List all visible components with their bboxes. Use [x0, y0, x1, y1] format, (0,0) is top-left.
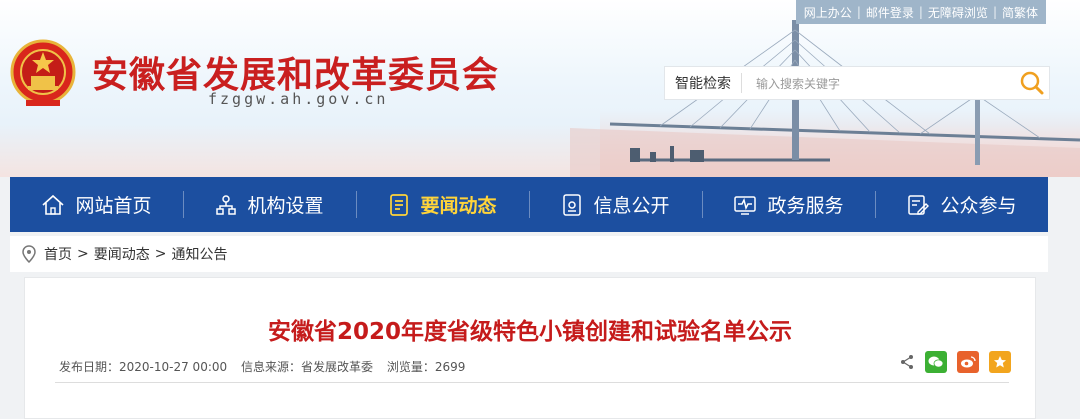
search-box: 智能检索 输入搜索关键字 — [664, 66, 1050, 100]
top-link-online-office[interactable]: 网上办公 — [804, 4, 852, 21]
search-label: 智能检索 — [665, 73, 742, 93]
breadcrumb-notices[interactable]: 通知公告 — [171, 244, 227, 264]
nav-label: 网站首页 — [75, 195, 152, 217]
share-icon[interactable] — [899, 354, 915, 370]
site-header: 网上办公 | 邮件登录 | 无障碍浏览 | 简繁体 安徽省发展和改革委员会 fzggw… — [0, 0, 1080, 177]
national-emblem-logo — [10, 39, 76, 106]
article-meta: 发布日期：2020-10-27 00:00 信息来源：省发展改革委 浏览量：26… — [59, 358, 475, 375]
search-input[interactable]: 输入搜索关键字 — [742, 75, 1015, 92]
nav-label: 机构设置 — [247, 195, 324, 217]
share-bar — [899, 351, 1011, 373]
wechat-icon[interactable] — [925, 351, 947, 373]
nav-item-government-services[interactable]: 政务服务 — [702, 177, 875, 232]
view-count: 浏览量：2699 — [386, 360, 466, 374]
favorite-star-icon[interactable] — [989, 351, 1011, 373]
breadcrumb-home[interactable]: 首页 — [44, 244, 72, 264]
top-links-bar: 网上办公 | 邮件登录 | 无障碍浏览 | 简繁体 — [795, 0, 1046, 24]
nav-label: 公众参与 — [940, 195, 1017, 217]
monitor-pulse-icon — [734, 195, 757, 215]
breadcrumb-separator: > — [77, 246, 89, 262]
nav-item-public-participation[interactable]: 公众参与 — [875, 177, 1048, 232]
breadcrumb-separator: > — [154, 246, 167, 262]
nav-item-news[interactable]: 要闻动态 — [356, 177, 529, 232]
article-title: 安徽省2020年度省级特色小镇创建和试验名单公示 — [267, 319, 792, 345]
nav-item-home[interactable]: 网站首页 — [10, 177, 183, 232]
main-nav: 网站首页 机构设置 要闻动态 信息公开 政务服务 公众参与 — [10, 177, 1048, 232]
search-icon[interactable] — [1015, 67, 1049, 99]
edit-form-icon — [908, 194, 930, 215]
nav-item-organization[interactable]: 机构设置 — [183, 177, 356, 232]
nav-label: 信息公开 — [593, 195, 670, 217]
location-pin-icon — [22, 245, 36, 263]
publish-date: 发布日期：2020-10-27 00:00 — [59, 360, 228, 374]
weibo-icon[interactable] — [957, 351, 979, 373]
site-domain: fzggw.ah.gov.cn — [208, 90, 389, 108]
nav-label: 政务服务 — [767, 195, 844, 217]
article-divider — [55, 382, 1009, 383]
home-icon — [42, 194, 65, 215]
top-link-mail-login[interactable]: 邮件登录 — [866, 4, 914, 21]
breadcrumb: 首页 > 要闻动态 > 通知公告 — [10, 236, 1048, 272]
info-source: 信息来源：省发展改革委 — [240, 360, 373, 374]
info-board-icon — [563, 193, 582, 216]
nav-label: 要闻动态 — [420, 195, 497, 217]
breadcrumb-news[interactable]: 要闻动态 — [94, 244, 150, 264]
article-card: 安徽省2020年度省级特色小镇创建和试验名单公示 发布日期：2020-10-27… — [24, 277, 1036, 419]
document-icon — [390, 193, 409, 216]
org-chart-icon — [216, 194, 237, 215]
nav-item-info-disclosure[interactable]: 信息公开 — [529, 177, 702, 232]
top-link-accessibility[interactable]: 无障碍浏览 — [928, 4, 988, 21]
top-link-traditional-chinese[interactable]: 简繁体 — [1002, 4, 1038, 21]
